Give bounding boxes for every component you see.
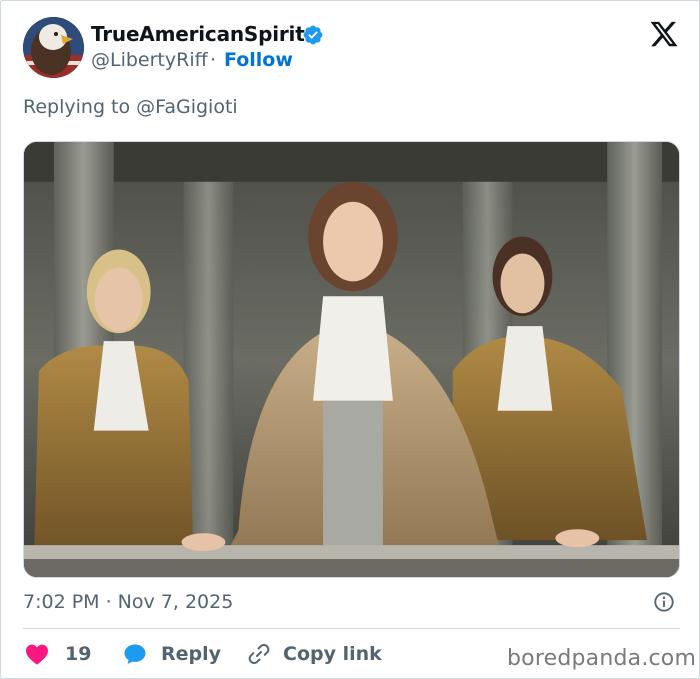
separator-dot: · <box>210 49 217 71</box>
like-button[interactable]: 19 <box>25 641 91 667</box>
reply-label: Reply <box>161 643 222 665</box>
tweet-timestamp[interactable]: 7:02 PM · Nov 7, 2025 <box>23 591 233 613</box>
follow-button[interactable]: Follow <box>224 49 293 71</box>
avatar[interactable] <box>23 17 84 78</box>
photo-illustration <box>24 142 679 577</box>
display-name[interactable]: TrueAmericanSpirit <box>91 22 305 46</box>
replying-to[interactable]: Replying to @FaGigioti <box>23 96 238 118</box>
copy-link-label: Copy link <box>283 643 382 665</box>
x-logo-icon[interactable] <box>649 19 679 49</box>
tweet-card: TrueAmericanSpirit @LibertyRiff · Follow… <box>0 0 700 679</box>
eagle-avatar-image <box>23 17 84 78</box>
copy-link-button[interactable]: Copy link <box>247 641 382 667</box>
watermark: boredpanda.com <box>507 646 697 671</box>
like-count: 19 <box>65 643 92 665</box>
link-icon <box>248 643 270 665</box>
heart-icon <box>26 644 48 665</box>
reply-button[interactable]: Reply <box>123 641 221 667</box>
user-handle[interactable]: @LibertyRiff <box>91 49 208 71</box>
speech-bubble-icon <box>124 644 146 664</box>
info-icon[interactable] <box>653 591 675 613</box>
verified-badge-icon <box>303 25 323 45</box>
tweet-media-image[interactable] <box>23 141 680 578</box>
divider <box>23 628 680 629</box>
